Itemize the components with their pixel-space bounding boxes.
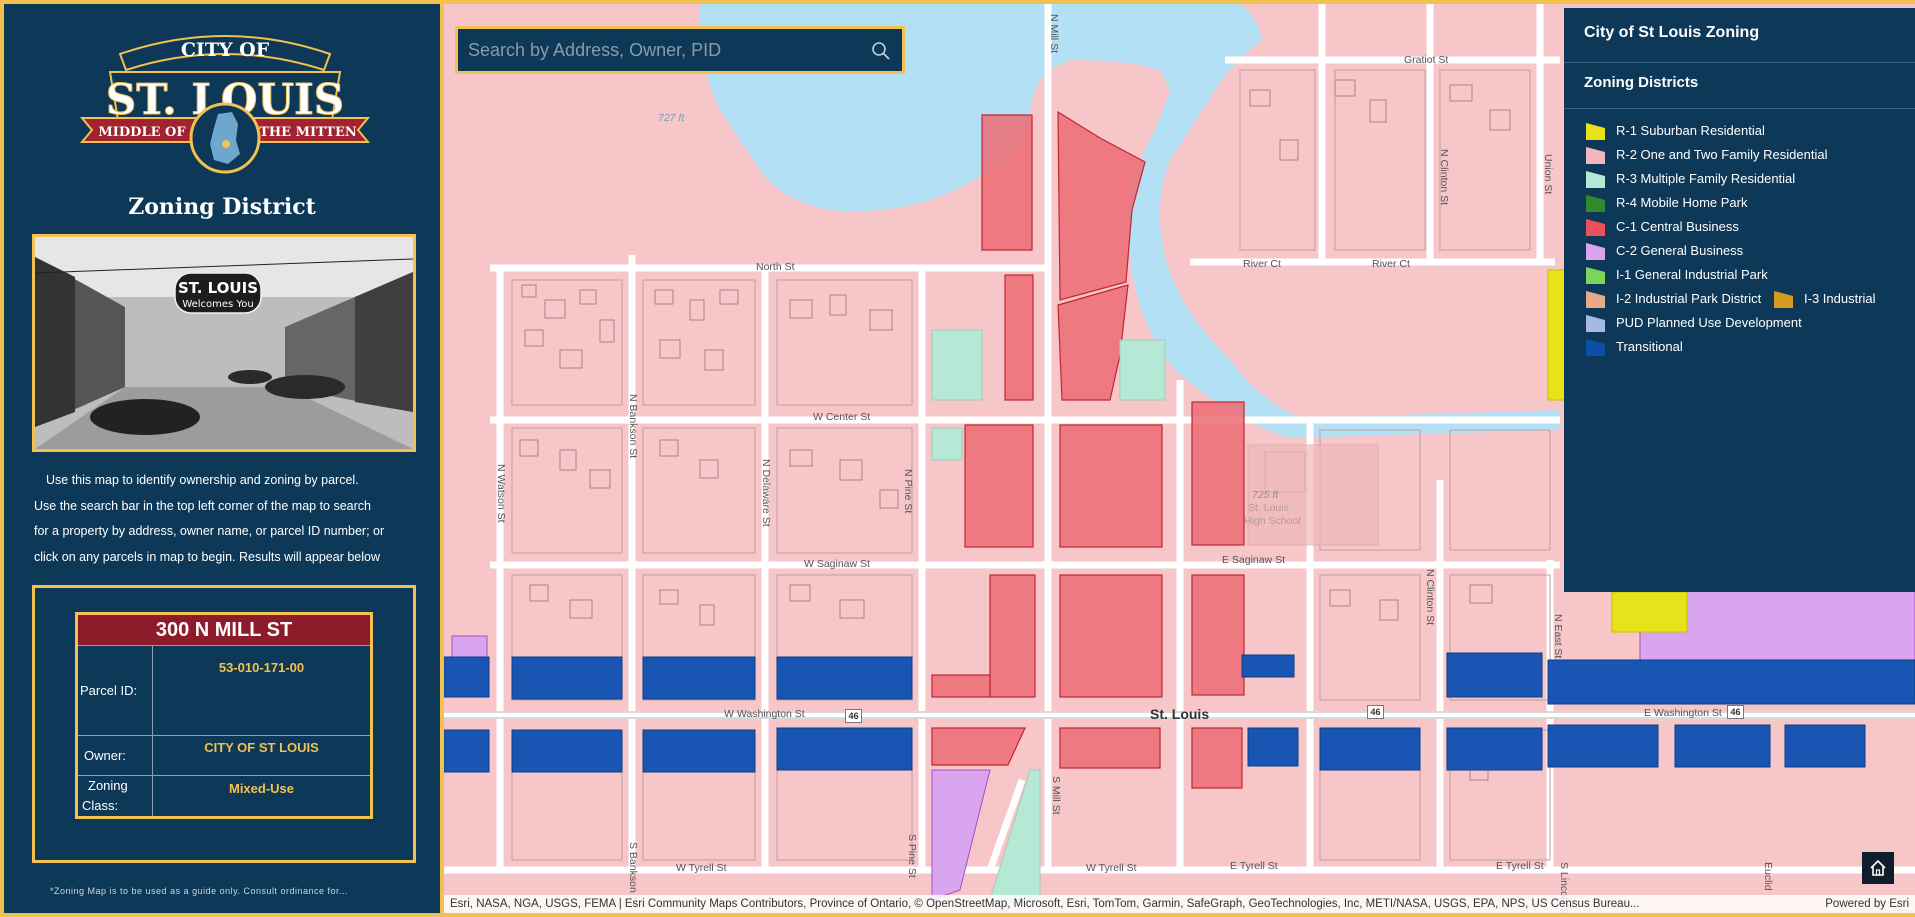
map-attribution: Esri, NASA, NGA, USGS, FEMA | Esri Commu… <box>444 895 1915 913</box>
owner-value[interactable]: CITY OF ST LOUIS <box>152 735 372 776</box>
photo-sign-line1: ST. LOUIS <box>178 279 258 297</box>
photo-sign-line2: Welcomes You <box>182 299 253 310</box>
parcel-id-value[interactable]: 53-010-171-00 <box>152 645 372 736</box>
legend-item-label: PUD Planned Use Development <box>1616 315 1802 330</box>
legend-item-label: I-1 General Industrial Park <box>1616 267 1768 282</box>
legend-item-label: R-1 Suburban Residential <box>1616 123 1765 138</box>
owner-label: Owner: <box>76 735 153 776</box>
instructions-line: Use this map to identify ownership and z… <box>46 473 359 487</box>
powered-by-esri[interactable]: Powered by Esri <box>1825 895 1909 913</box>
street-label: N Delaware St <box>760 459 772 527</box>
street-label: N Bankson St <box>627 394 639 459</box>
legend-item-label: C-1 Central Business <box>1616 219 1739 234</box>
route-shield: 46 <box>845 709 862 723</box>
legend-item-label: I-2 Industrial Park District <box>1616 291 1762 306</box>
elevation-label: 727 ft <box>658 112 685 124</box>
legend-item-label: R-3 Multiple Family Residential <box>1616 171 1796 186</box>
school-label: High School <box>1244 515 1301 527</box>
search-box[interactable] <box>455 26 905 74</box>
street-label: W Tyrell St <box>676 862 727 874</box>
table-row: Zoning Class: Mixed-Use <box>76 775 372 818</box>
legend-swatch-i1 <box>1586 267 1605 284</box>
street-label: River Ct <box>1372 258 1410 270</box>
instructions-line: click on any parcels in map to begin. Re… <box>34 549 381 564</box>
school-label: St. Louis <box>1248 502 1289 514</box>
zoning-label-line: Zoning <box>88 778 128 793</box>
legend-item-label: I-3 Industrial <box>1804 291 1876 306</box>
parcel-info-table: Parcel ID: 53-010-171-00 Owner: CITY OF … <box>75 645 373 819</box>
street-label: N Clinton St <box>1438 149 1450 206</box>
legend-item-label: R-4 Mobile Home Park <box>1616 195 1748 210</box>
street-label: N East St <box>1552 614 1564 659</box>
street-label: W Tyrell St <box>1086 862 1137 874</box>
street-label: E Tyrell St <box>1230 860 1278 872</box>
legend-swatch-r2 <box>1586 147 1605 164</box>
footnote: *Zoning Map is to be used as a guide onl… <box>50 886 348 896</box>
logo-ribbon-left: MIDDLE OF <box>98 125 186 140</box>
street-label: S Mill St <box>1050 776 1062 815</box>
city-label: St. Louis <box>1150 706 1210 722</box>
legend-swatch-r3 <box>1586 171 1605 188</box>
attribution-text[interactable]: Esri, NASA, NGA, USGS, FEMA | Esri Commu… <box>450 895 1805 913</box>
street-label: North St <box>756 261 795 273</box>
street-label: N Pine St <box>902 469 914 514</box>
table-row: Parcel ID: 53-010-171-00 <box>76 645 372 736</box>
divider <box>1564 108 1915 109</box>
street-label: S Pine St <box>906 834 918 878</box>
logo-ribbon-right: THE MITTEN <box>259 125 357 140</box>
route-shield: 46 <box>1367 705 1384 719</box>
parcel-result-card: 300 N MILL ST Parcel ID: 53-010-171-00 O… <box>32 585 416 863</box>
side-title: Zoning District <box>128 194 316 220</box>
zoning-label-line: Class: <box>82 798 119 813</box>
side-panel: CITY OF ST. LOUIS MIDDLE OF THE MITTEN Z… <box>4 4 440 913</box>
street-label: Union St <box>1542 154 1554 195</box>
instructions-line: Use the search bar in the top left corne… <box>34 498 371 513</box>
legend-panel: City of St Louis Zoning Zoning Districts… <box>1564 8 1915 592</box>
legend-swatch-i3 <box>1774 291 1793 308</box>
legend-swatch-transitional <box>1586 339 1605 356</box>
logo-line1: CITY OF <box>181 39 270 61</box>
zoning-class-value[interactable]: Mixed-Use <box>152 775 372 818</box>
street-label: W Washington St <box>724 708 805 720</box>
elevation-label: 725 ft <box>1252 489 1279 501</box>
app-root: CITY OF ST. LOUIS MIDDLE OF THE MITTEN Z… <box>0 0 1915 917</box>
street-label: W Saginaw St <box>804 558 870 570</box>
parcel-id-label: Parcel ID: <box>76 645 153 736</box>
home-icon <box>1870 859 1886 876</box>
legend-item-label: Transitional <box>1616 339 1683 354</box>
legend-subtitle: Zoning Districts <box>1584 74 1699 91</box>
legend-swatch-c2 <box>1586 243 1605 260</box>
city-logo: CITY OF ST. LOUIS MIDDLE OF THE MITTEN <box>80 35 370 174</box>
legend-swatch-c1 <box>1586 219 1605 236</box>
legend-swatch-i2 <box>1586 291 1605 308</box>
route-shield: 46 <box>1727 705 1744 719</box>
divider <box>1564 62 1915 63</box>
search-input[interactable] <box>468 37 858 63</box>
legend-item-label: C-2 General Business <box>1616 243 1744 258</box>
table-row: Owner: CITY OF ST LOUIS <box>76 735 372 776</box>
street-label: N Mill St <box>1048 14 1060 54</box>
home-button[interactable] <box>1862 852 1894 884</box>
street-label: N Watson St <box>495 464 507 523</box>
legend-swatch-r4 <box>1586 195 1605 212</box>
search-icon[interactable] <box>870 40 892 62</box>
legend-swatch-pud <box>1586 315 1605 332</box>
street-label: E Tyrell St <box>1496 860 1544 872</box>
instructions-text: Use this map to identify ownership and z… <box>32 468 420 570</box>
street-label: E Washington St <box>1644 707 1722 719</box>
zoning-class-label: Zoning Class: <box>76 775 153 818</box>
street-label: Gratiot St <box>1404 54 1449 66</box>
street-label: W Center St <box>813 411 871 423</box>
legend-swatch-r1 <box>1586 123 1605 140</box>
street-label: Euclid <box>1762 862 1774 891</box>
welcome-photo: ST. LOUIS Welcomes You <box>32 234 416 452</box>
parcel-address: 300 N MILL ST <box>75 612 373 645</box>
legend-item-label: R-2 One and Two Family Residential <box>1616 147 1828 162</box>
legend-title: City of St Louis Zoning <box>1584 24 1760 41</box>
street-label: E Saginaw St <box>1222 554 1286 566</box>
street-label: River Ct <box>1243 258 1281 270</box>
instructions-line: for a property by address, owner name, o… <box>34 524 385 538</box>
street-label: N Clinton St <box>1424 569 1436 626</box>
